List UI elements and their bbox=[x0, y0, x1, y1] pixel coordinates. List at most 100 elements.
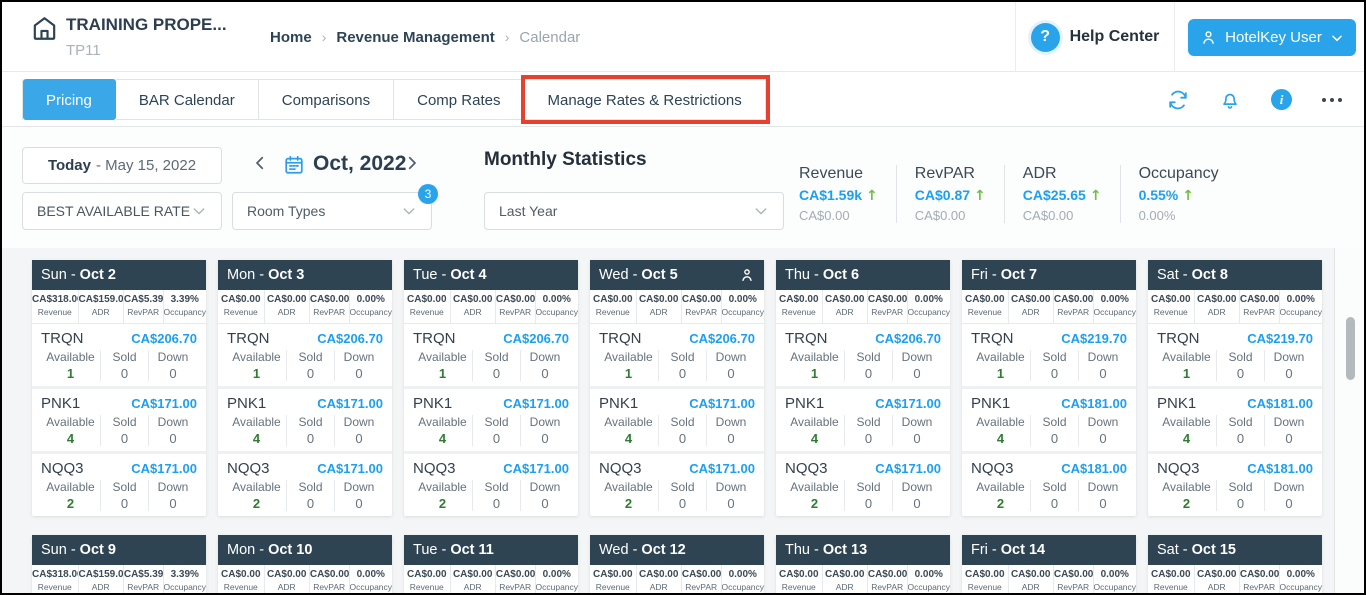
day-stats-row: CA$0.00RevenueCA$0.00ADRCA$0.00RevPAR0.0… bbox=[776, 290, 950, 324]
room-rate-link[interactable]: CA$171.00 bbox=[875, 396, 941, 411]
help-center-link[interactable]: ? Help Center bbox=[1015, 2, 1175, 72]
breadcrumb-item-revenue-management[interactable]: Revenue Management bbox=[336, 29, 494, 46]
room-rate-link[interactable]: CA$171.00 bbox=[689, 396, 755, 411]
room-type-code: NQQ3 bbox=[785, 460, 828, 477]
day-stat-revenue: CA$0.00Revenue bbox=[1148, 290, 1195, 323]
room-type-code: PNK1 bbox=[971, 395, 1010, 412]
room-down-count: Down0 bbox=[1265, 480, 1313, 511]
bell-icon[interactable] bbox=[1219, 89, 1241, 111]
room-down-count: Down0 bbox=[521, 480, 569, 511]
room-rate-link[interactable]: CA$219.70 bbox=[1061, 331, 1127, 346]
day-stat-revenue: CA$0.00Revenue bbox=[590, 290, 637, 323]
day-stat-label: Revenue bbox=[32, 582, 78, 592]
more-options-icon[interactable] bbox=[1322, 98, 1342, 102]
day-stat-occupancy: 0.00%Occupancy bbox=[350, 565, 392, 593]
room-rate-link[interactable]: CA$171.00 bbox=[317, 396, 383, 411]
day-stat-revenue: CA$0.00Revenue bbox=[962, 565, 1009, 593]
count-value: 4 bbox=[785, 431, 844, 446]
previous-month-icon[interactable] bbox=[251, 154, 269, 174]
room-types-select[interactable]: Room Types 3 bbox=[232, 192, 432, 230]
day-stat-value: CA$159.03 bbox=[79, 569, 123, 580]
rate-plan-select[interactable]: BEST AVAILABLE RATE bbox=[22, 192, 222, 230]
count-value: 4 bbox=[413, 431, 472, 446]
stat-value: CA$1.59k↑ bbox=[799, 187, 878, 204]
vertical-scrollbar[interactable] bbox=[1346, 317, 1355, 380]
room-rate-link[interactable]: CA$171.00 bbox=[689, 461, 755, 476]
tab-comparisons[interactable]: Comparisons bbox=[259, 79, 394, 120]
room-row-header: TRQNCA$219.70 bbox=[971, 330, 1127, 347]
user-menu-button[interactable]: HotelKey User bbox=[1188, 19, 1356, 56]
refresh-icon[interactable] bbox=[1167, 89, 1189, 111]
room-rate-link[interactable]: CA$206.70 bbox=[131, 331, 197, 346]
day-stat-value: CA$0.00 bbox=[962, 569, 1008, 580]
room-rate-link[interactable]: CA$206.70 bbox=[317, 331, 383, 346]
count-value: 2 bbox=[1157, 496, 1216, 511]
room-rate-link[interactable]: CA$181.00 bbox=[1247, 396, 1313, 411]
room-rate-link[interactable]: CA$206.70 bbox=[875, 331, 941, 346]
tab-manage-rates-restrictions[interactable]: Manage Rates & Restrictions bbox=[525, 79, 766, 120]
day-stat-adr: CA$0.00ADR bbox=[1195, 565, 1240, 593]
room-rate-link[interactable]: CA$171.00 bbox=[503, 396, 569, 411]
count-label: Available bbox=[971, 480, 1030, 494]
count-value: 0 bbox=[893, 496, 941, 511]
room-available-count: Available4 bbox=[1157, 415, 1217, 446]
tab-bar-calendar[interactable]: BAR Calendar bbox=[116, 79, 259, 120]
day-stat-revenue: CA$0.00Revenue bbox=[776, 565, 823, 593]
room-rate-link[interactable]: CA$171.00 bbox=[875, 461, 941, 476]
room-row-pnk1: PNK1CA$171.00Available4Sold0Down0 bbox=[776, 386, 950, 451]
count-value: 0 bbox=[287, 431, 334, 446]
room-row-header: TRQNCA$206.70 bbox=[785, 330, 941, 347]
room-rate-link[interactable]: CA$206.70 bbox=[503, 331, 569, 346]
count-label: Down bbox=[521, 415, 569, 429]
chevron-right-icon: › bbox=[505, 29, 510, 45]
today-button[interactable]: Today - May 15, 2022 bbox=[22, 147, 222, 184]
room-rate-link[interactable]: CA$206.70 bbox=[689, 331, 755, 346]
count-value: 0 bbox=[101, 496, 148, 511]
day-stat-label: Occupancy bbox=[1094, 307, 1136, 317]
day-stat-value: CA$318.06 bbox=[32, 569, 78, 580]
count-label: Sold bbox=[845, 350, 892, 364]
tab-pricing[interactable]: Pricing bbox=[23, 79, 116, 120]
day-stat-value: CA$0.00 bbox=[265, 569, 309, 580]
room-rate-link[interactable]: CA$171.00 bbox=[317, 461, 383, 476]
room-available-count: Available4 bbox=[785, 415, 845, 446]
room-rate-link[interactable]: CA$171.00 bbox=[131, 461, 197, 476]
info-icon[interactable]: i bbox=[1271, 89, 1292, 110]
count-value: 0 bbox=[149, 431, 197, 446]
room-counts: Available1Sold0Down0 bbox=[785, 350, 941, 381]
room-rate-link[interactable]: CA$181.00 bbox=[1061, 396, 1127, 411]
room-rate-link[interactable]: CA$171.00 bbox=[503, 461, 569, 476]
next-month-icon[interactable] bbox=[403, 154, 421, 174]
comparison-select[interactable]: Last Year bbox=[484, 192, 784, 230]
count-label: Down bbox=[707, 350, 755, 364]
room-rate-link[interactable]: CA$181.00 bbox=[1247, 461, 1313, 476]
room-rate-link[interactable]: CA$171.00 bbox=[131, 396, 197, 411]
trend-up-icon: ↑ bbox=[1090, 188, 1102, 204]
room-row-nqq3: NQQ3CA$171.00Available2Sold0Down0 bbox=[590, 451, 764, 516]
chevron-down-icon bbox=[401, 203, 417, 219]
room-row-trqn: TRQNCA$206.70 Available1Sold0Down0 bbox=[776, 324, 950, 386]
day-stat-occupancy: 0.00%Occupancy bbox=[536, 290, 578, 323]
day-stat-label: RevPAR bbox=[1240, 582, 1279, 592]
day-date-label: Oct 2 bbox=[80, 267, 116, 283]
room-type-code: NQQ3 bbox=[41, 460, 84, 477]
day-stat-revpar: CA$0.00RevPAR bbox=[310, 565, 350, 593]
count-label: Sold bbox=[1217, 350, 1264, 364]
count-value: 0 bbox=[149, 366, 197, 381]
room-available-count: Available4 bbox=[599, 415, 659, 446]
room-rate-link[interactable]: CA$181.00 bbox=[1061, 461, 1127, 476]
tab-comp-rates[interactable]: Comp Rates bbox=[394, 79, 524, 120]
breadcrumb-item-calendar: Calendar bbox=[519, 29, 580, 46]
day-stat-value: 0.00% bbox=[908, 294, 950, 305]
room-rate-link[interactable]: CA$219.70 bbox=[1247, 331, 1313, 346]
count-value: 0 bbox=[287, 366, 334, 381]
room-sold-count: Sold0 bbox=[1217, 480, 1265, 511]
breadcrumb-item-home[interactable]: Home bbox=[270, 29, 312, 46]
room-type-code: PNK1 bbox=[785, 395, 824, 412]
count-label: Down bbox=[149, 350, 197, 364]
day-stat-label: Revenue bbox=[218, 307, 264, 317]
day-stat-label: ADR bbox=[637, 582, 681, 592]
day-stat-value: CA$0.00 bbox=[496, 294, 535, 305]
day-date-label: Oct 5 bbox=[641, 267, 677, 283]
count-label: Sold bbox=[845, 415, 892, 429]
